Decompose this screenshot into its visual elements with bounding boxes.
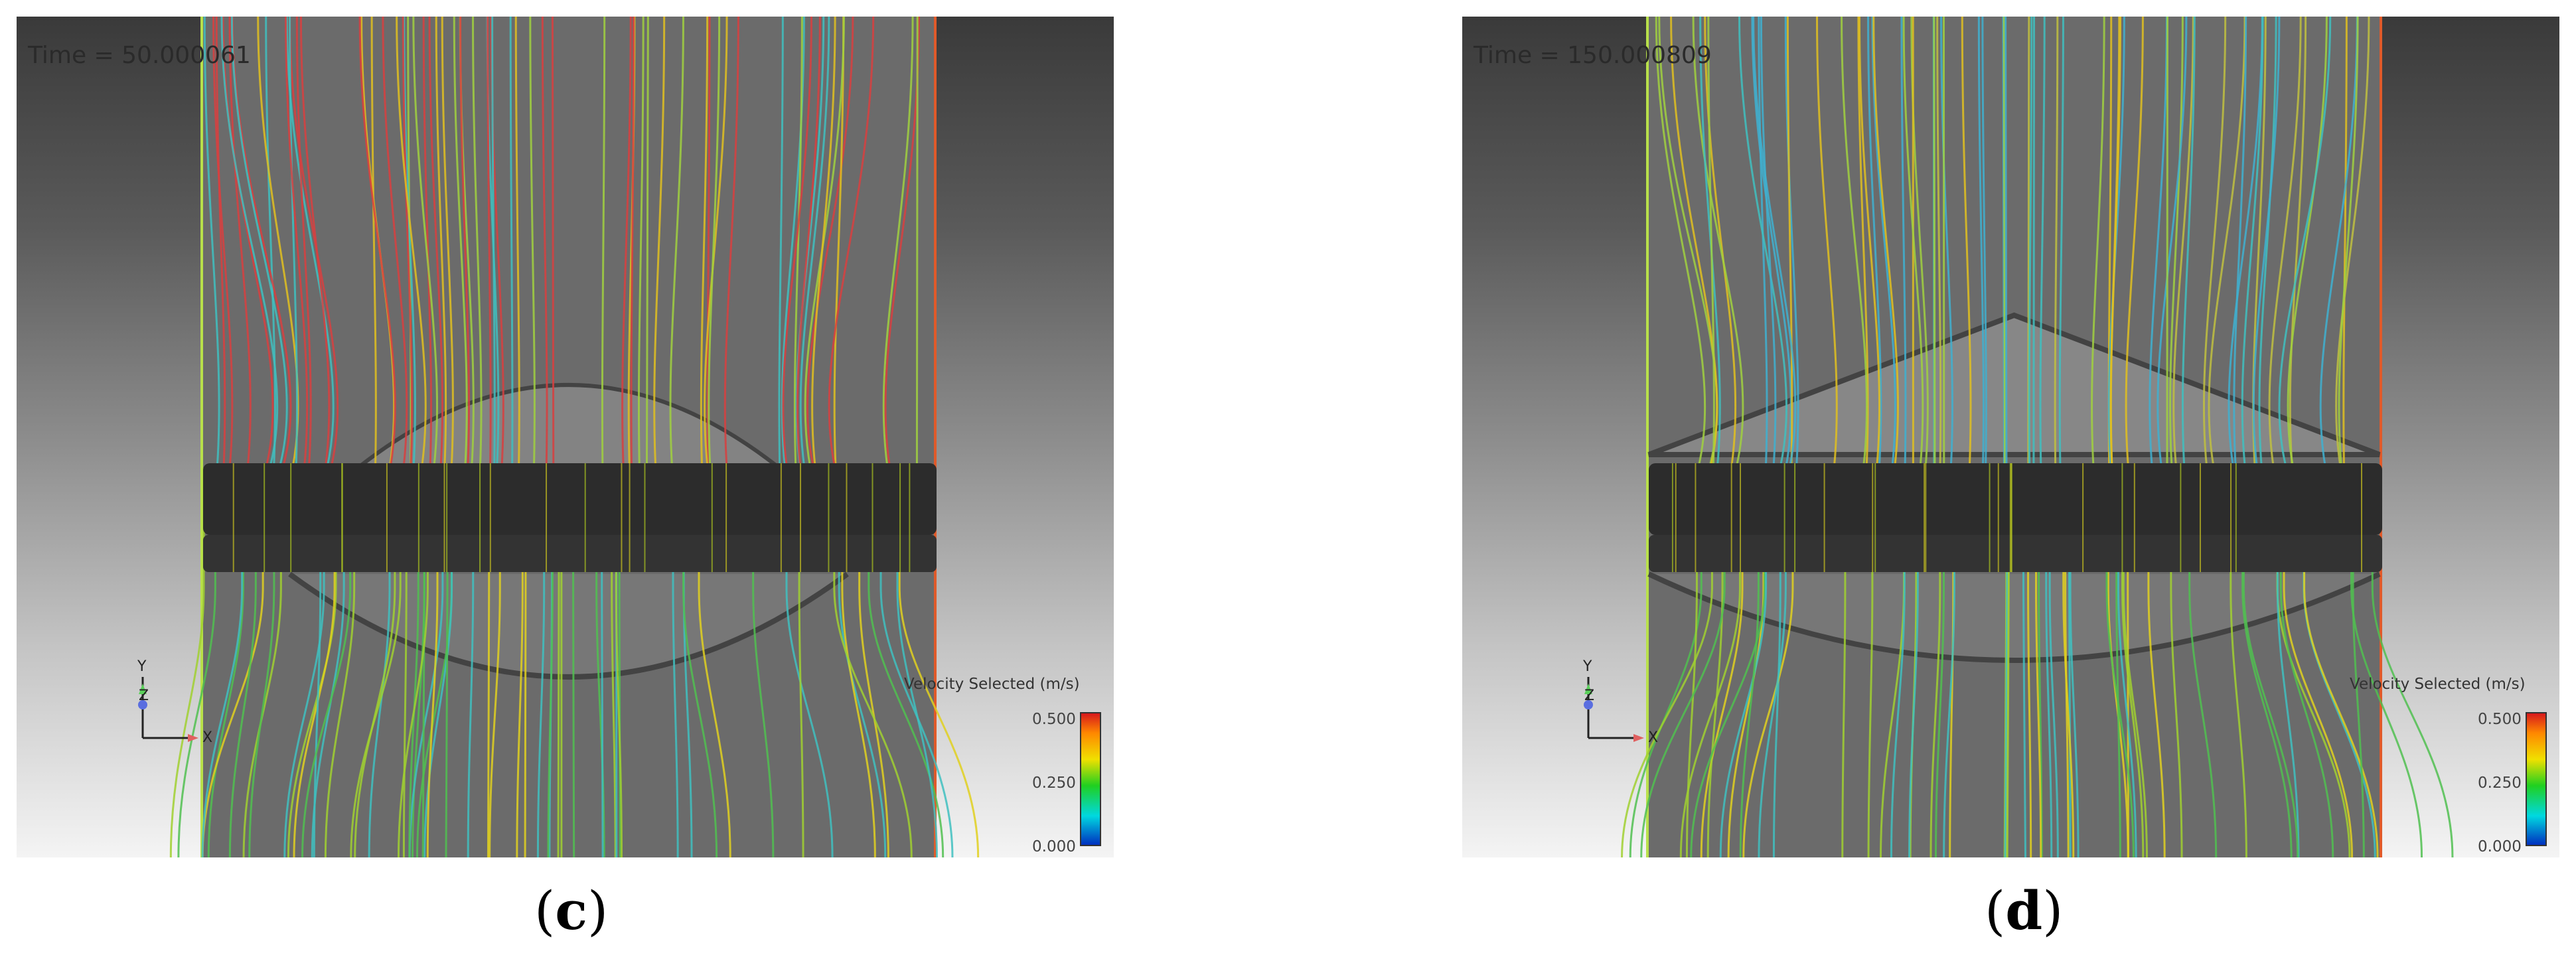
streamline [2268,17,2302,469]
legend-tick-min: 0.000 [1032,838,1076,855]
streamline [669,17,684,469]
streamline [723,17,739,469]
pipe-lower [203,535,937,572]
legend-tick-max: 0.500 [1032,711,1076,728]
axis-z-label: Z [139,688,149,704]
streamline [1933,17,1936,469]
legend-tick-max: 0.500 [2478,711,2522,728]
axis-triad-icon: Y Z X [116,658,222,772]
streamline [265,17,276,469]
streamline [811,17,836,469]
color-bar [2526,712,2547,846]
streamline [551,17,555,469]
caption-c: (c) [534,879,609,942]
time-label: Time = 50.000061 [28,42,251,69]
legend-tick-min: 0.000 [2478,838,2522,855]
streamline [2335,17,2370,469]
legend-tick-mid: 0.250 [1032,774,1076,792]
streamline [882,17,914,469]
pipe-lower [1649,535,2382,572]
streamline [169,468,205,857]
axis-z-label: Z [1584,688,1595,704]
pipe-upper [1649,463,2382,535]
axis-triad-icon: Y Z X [1562,658,1668,772]
legend-title: Velocity Selected (m/s) [2350,676,2526,693]
axis-x-label: X [202,729,213,746]
caption-d: (d) [1985,879,2064,942]
streamline [884,17,920,469]
streamline [2371,468,2454,857]
streamline [645,17,649,469]
time-label: Time = 150.000809 [1474,42,1712,69]
axis-x-label: X [1648,729,1659,746]
streamline [370,17,377,469]
color-bar [1080,712,1101,846]
simulation-panel-d: Time = 150.000809 Velocity Selected (m/s… [1462,17,2559,857]
streamline [1655,17,1706,469]
legend-tick-mid: 0.250 [2478,774,2522,792]
streamline [2342,17,2348,469]
streamline [1707,17,1715,469]
streamline [2005,17,2008,469]
axis-y-label: Y [1583,658,1592,675]
streamline [403,17,416,469]
streamline [441,17,454,469]
streamline [295,17,312,469]
scour-hole [288,571,849,680]
pipe-upper [203,463,937,535]
streamline [358,17,396,469]
simulation-panel-c: Time = 50.000061 Velocity Selected (m/s)… [17,17,1114,857]
axis-y-label: Y [137,658,147,675]
streamline [2166,17,2168,469]
legend-title: Velocity Selected (m/s) [904,676,1080,693]
